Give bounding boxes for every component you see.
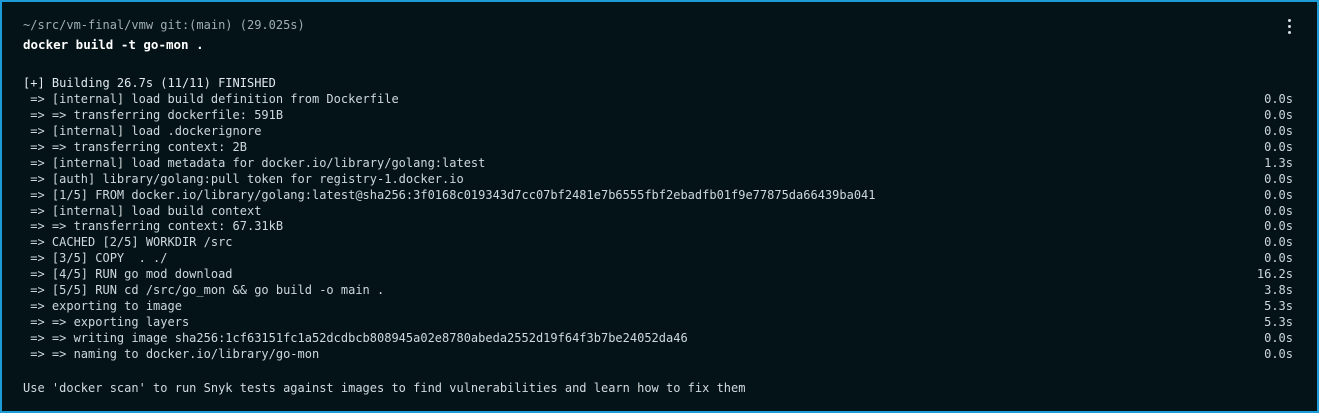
build-step-text: => [internal] load build definition from… (23, 91, 399, 106)
build-step-text: => => transferring dockerfile: 591B (23, 107, 284, 122)
build-step-row: => [3/5] COPY . ./ 0.0s (23, 251, 1293, 267)
build-step-row: => => transferring context: 67.31kB 0.0s (23, 219, 1293, 235)
build-step-duration: 0.0s (1264, 123, 1293, 138)
build-step-duration: 5.3s (1264, 315, 1293, 330)
build-step-text: => => exporting layers (23, 315, 190, 330)
build-step-row: => [auth] library/golang:pull token for … (23, 172, 1293, 188)
build-step-duration: 0.0s (1264, 171, 1293, 186)
build-header: [+] Building 26.7s (11/11) FINISHED (23, 76, 1293, 92)
build-step-text: => => transferring context: 67.31kB (23, 219, 284, 234)
build-step-duration: 3.8s (1264, 283, 1293, 298)
build-step-text: => [internal] load .dockerignore (23, 123, 262, 138)
build-step-row: => => writing image sha256:1cf63151fc1a5… (23, 331, 1293, 347)
build-step-duration: 0.0s (1264, 346, 1293, 361)
build-step-text: => [internal] load metadata for docker.i… (23, 155, 486, 170)
build-step-text: => [internal] load build context (23, 203, 262, 218)
build-step-row: => => naming to docker.io/library/go-mon… (23, 347, 1293, 363)
build-step-row: => exporting to image 5.3s (23, 299, 1293, 315)
build-step-text: => [4/5] RUN go mod download (23, 267, 233, 282)
build-step-duration: 0.0s (1264, 107, 1293, 122)
build-steps-list: => [internal] load build definition from… (23, 92, 1293, 363)
build-step-row: => [4/5] RUN go mod download 16.2s (23, 267, 1293, 283)
build-step-row: => => transferring dockerfile: 591B 0.0s (23, 108, 1293, 124)
build-step-duration: 0.0s (1264, 235, 1293, 250)
build-step-text: => => transferring context: 2B (23, 139, 247, 154)
build-step-duration: 1.3s (1264, 155, 1293, 170)
terminal-command-block[interactable]: ~/src/vm-final/vmw git:(main) (29.025s) … (0, 0, 1319, 413)
build-step-row: => CACHED [2/5] WORKDIR /src 0.0s (23, 235, 1293, 251)
build-step-duration: 16.2s (1256, 267, 1293, 282)
build-step-row: => [internal] load .dockerignore 0.0s (23, 124, 1293, 140)
build-step-row: => [5/5] RUN cd /src/go_mon && go build … (23, 283, 1293, 299)
build-step-row: => => exporting layers 5.3s (23, 315, 1293, 331)
build-step-duration: 0.0s (1264, 91, 1293, 106)
build-step-duration: 0.0s (1264, 219, 1293, 234)
build-step-text: => [auth] library/golang:pull token for … (23, 171, 464, 186)
build-step-text: => => writing image sha256:1cf63151fc1a5… (23, 331, 688, 345)
build-step-duration: 0.0s (1264, 251, 1293, 266)
build-step-text: => [5/5] RUN cd /src/go_mon && go build … (23, 283, 385, 298)
build-step-text: => [3/5] COPY . ./ (23, 251, 168, 266)
build-step-duration: 5.3s (1264, 299, 1293, 314)
build-step-duration: 0.0s (1264, 331, 1293, 345)
build-step-text: => [1/5] FROM docker.io/library/golang:l… (23, 187, 876, 202)
build-status-text: [+] Building 26.7s (11/11) FINISHED (23, 76, 276, 90)
scan-hint: Use 'docker scan' to run Snyk tests agai… (23, 381, 746, 395)
build-step-text: => => naming to docker.io/library/go-mon (23, 346, 320, 361)
command-output: [+] Building 26.7s (11/11) FINISHED => [… (23, 76, 1293, 363)
build-step-duration: 0.0s (1264, 139, 1293, 154)
build-step-row: => => transferring context: 2B 0.0s (23, 140, 1293, 156)
build-step-row: => [1/5] FROM docker.io/library/golang:l… (23, 188, 1293, 204)
build-step-row: => [internal] load metadata for docker.i… (23, 156, 1293, 172)
build-step-row: => [internal] load build context 0.0s (23, 204, 1293, 220)
build-step-row: => [internal] load build definition from… (23, 92, 1293, 108)
build-step-duration: 0.0s (1264, 203, 1293, 218)
command-text[interactable]: docker build -t go-mon . (23, 37, 204, 53)
working-directory: ~/src/vm-final/vmw git:(main) (29.025s) (23, 18, 305, 32)
build-step-duration: 0.0s (1264, 187, 1293, 202)
build-step-text: => CACHED [2/5] WORKDIR /src (23, 235, 233, 250)
build-step-text: => exporting to image (23, 299, 182, 314)
kebab-menu-icon[interactable] (1285, 19, 1293, 39)
